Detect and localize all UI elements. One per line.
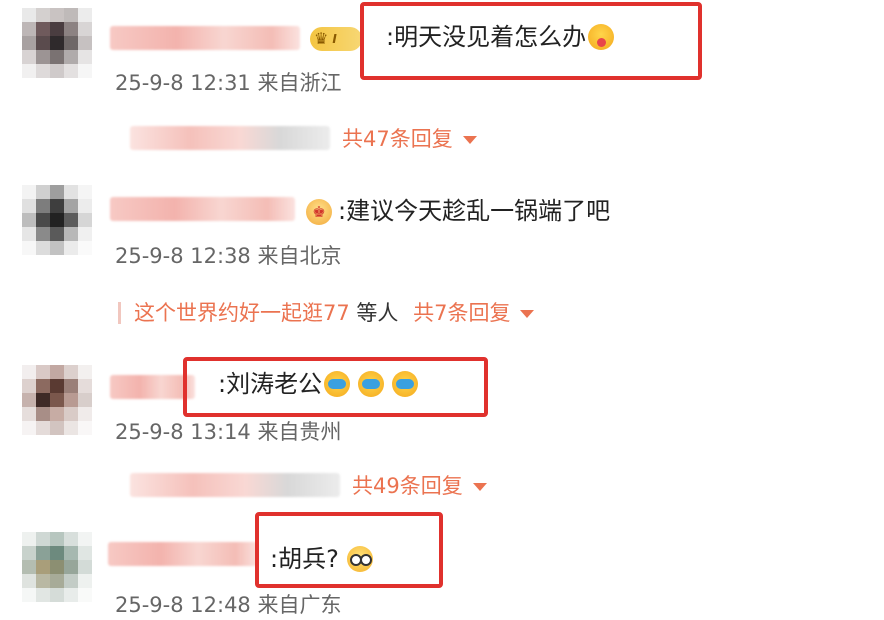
comment-text: :明天没见着怎么办	[386, 22, 615, 52]
avatar[interactable]	[22, 365, 92, 435]
comment-location: 来自广东	[257, 593, 342, 617]
comment-item: ♚ :建议今天趁乱一锅端了吧 25-9-8 12:38 来自北京 这个世界约好一…	[0, 175, 884, 345]
avatar[interactable]	[22, 8, 92, 78]
comment-time: 25-9-8 13:14	[115, 420, 251, 444]
comment-text: :建议今天趁乱一锅端了吧	[338, 197, 611, 225]
chevron-down-icon	[520, 310, 535, 318]
comment-meta: 25-9-8 12:38 来自北京	[115, 243, 341, 269]
avatar[interactable]	[22, 185, 92, 255]
username-blurred[interactable]	[110, 375, 195, 399]
comment-location: 来自北京	[257, 244, 342, 268]
comment-item: :胡兵? 25-9-8 12:48 来自广东	[0, 520, 884, 620]
vip-badge: ♛ I	[310, 27, 362, 51]
comment-meta: 25-9-8 12:31 来自浙江	[115, 70, 341, 96]
chevron-down-icon	[462, 136, 477, 144]
comment-location: 来自浙江	[257, 71, 342, 95]
reply-preview-blurred[interactable]	[130, 473, 340, 497]
username-blurred[interactable]	[108, 542, 258, 566]
username-blurred[interactable]	[110, 197, 295, 221]
crying-laughing-emoji-icon	[358, 371, 385, 397]
reply-preview-user[interactable]: 这个世界约好一起逛77	[134, 301, 350, 325]
comment-text: :刘涛老公	[218, 369, 419, 399]
vip-level: I	[332, 32, 337, 46]
reply-count-link[interactable]: 共47条回复	[342, 126, 477, 152]
username-blurred[interactable]	[110, 26, 300, 50]
comment-location: 来自贵州	[257, 420, 342, 444]
reply-preview[interactable]: 这个世界约好一起逛77 等人 共7条回复	[134, 300, 535, 326]
comment-time: 25-9-8 12:48	[115, 593, 251, 617]
comment-time: 25-9-8 12:38	[115, 244, 251, 268]
tongue-out-emoji-icon	[588, 24, 615, 50]
reply-divider	[118, 302, 121, 324]
comment-meta: 25-9-8 13:14 来自贵州	[115, 419, 341, 445]
king-badge-icon: ♚	[306, 199, 332, 225]
glasses-emoji-icon	[346, 546, 373, 572]
reply-count-link[interactable]: 共7条回复	[413, 301, 510, 325]
reply-count-link[interactable]: 共49条回复	[352, 473, 487, 499]
comment-item: :刘涛老公 25-9-8 13:14 来自贵州 共49条回复	[0, 355, 884, 515]
avatar[interactable]	[22, 532, 92, 602]
crown-icon: ♛	[314, 29, 329, 48]
reply-preview-suffix: 等人	[356, 301, 399, 325]
crying-laughing-emoji-icon	[324, 371, 351, 397]
chevron-down-icon	[472, 483, 487, 491]
comment-text: :胡兵?	[270, 544, 373, 574]
crying-laughing-emoji-icon	[392, 371, 419, 397]
comment-meta: 25-9-8 12:48 来自广东	[115, 592, 341, 618]
comment-time: 25-9-8 12:31	[115, 71, 251, 95]
comment-item: ♛ I :明天没见着怎么办 25-9-8 12:31 来自浙江 共47条回复	[0, 0, 884, 160]
reply-preview-blurred[interactable]	[130, 126, 330, 150]
